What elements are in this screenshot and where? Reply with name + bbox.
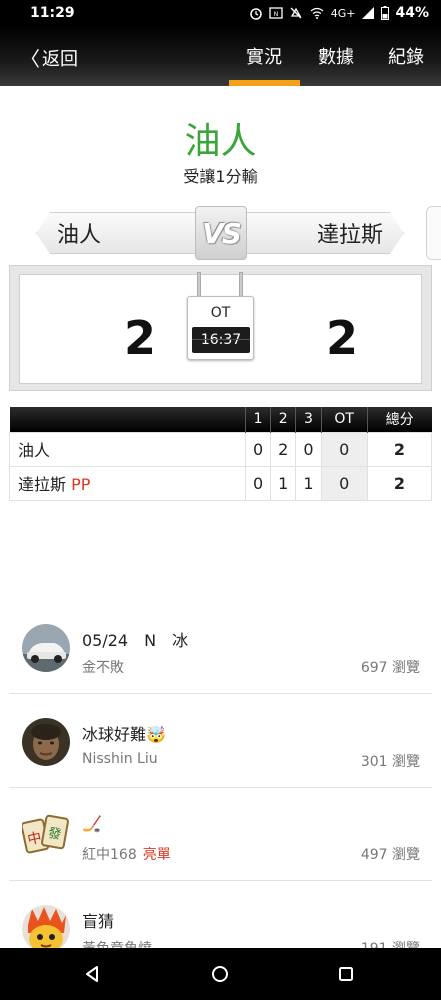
- clock-hanger-left: [197, 272, 201, 298]
- wifi-calling-icon: [310, 7, 324, 19]
- table-cell: 2: [270, 431, 297, 467]
- table-team-cell: 達拉斯 PP: [9, 465, 246, 501]
- list-item[interactable]: 05/24 N 冰 金不敗 697 瀏覽: [9, 601, 432, 694]
- table-header: 2: [270, 407, 296, 432]
- table-cell: 1: [295, 465, 322, 501]
- table-cell: 0: [295, 431, 322, 467]
- system-navigation-bar: [0, 948, 441, 1000]
- table-cell: 0: [320, 431, 368, 467]
- post-title: 盲猜: [82, 912, 115, 931]
- nfc-icon: N: [269, 7, 283, 19]
- team-name: 達拉斯: [18, 475, 67, 494]
- table-header-team: [9, 407, 246, 432]
- vs-badge: VS: [195, 206, 247, 260]
- back-button[interactable]: 〈 返回: [20, 43, 78, 72]
- status-bar: 11:29 N 4G+ 44%: [0, 0, 441, 26]
- matchup-banner: 油人 達拉斯 VS: [0, 206, 441, 260]
- table-header: 3: [295, 407, 322, 432]
- svg-text:N: N: [273, 11, 278, 18]
- away-team-name: 達拉斯: [316, 223, 383, 248]
- period-score-table: 1 2 3 OT 總分 油人 0 2 0 0 2 達拉斯 PP 0 1 1 0 …: [9, 407, 433, 501]
- car-avatar-icon: [22, 624, 70, 672]
- top-navbar: 〈 返回 實況 數據 紀錄: [0, 26, 441, 86]
- post-title: 05/24 N 冰: [82, 631, 189, 650]
- post-author-name: 紅中168: [82, 847, 137, 863]
- home-team-banner: 油人: [36, 212, 216, 254]
- recents-square-icon[interactable]: [334, 962, 358, 986]
- back-triangle-icon[interactable]: [80, 962, 104, 986]
- mute-icon: [290, 7, 302, 19]
- bet-line-text: 受讓1分輸: [183, 167, 258, 186]
- game-clock: 16:37: [192, 327, 250, 353]
- post-author: 金不敗: [82, 660, 124, 676]
- network-type: 4G+: [330, 6, 356, 20]
- clock-hanger-right: [239, 272, 243, 298]
- table-header: 總分: [366, 407, 432, 432]
- show-slip-badge: 亮單: [142, 847, 171, 863]
- mahjong-avatar-icon: 中發: [22, 811, 70, 859]
- status-time: 11:29: [30, 5, 75, 21]
- tab-records[interactable]: 紀錄: [388, 43, 424, 69]
- table-row: 油人 0 2 0 0 2: [9, 431, 433, 467]
- home-score: 2: [124, 311, 157, 365]
- post-views: 697 瀏覽: [360, 660, 420, 676]
- list-item[interactable]: 冰球好難🤯 Nisshin Liu 301 瀏覽: [9, 695, 432, 788]
- battery-percent: 44%: [395, 5, 429, 21]
- chevron-left-icon: 〈: [20, 47, 40, 71]
- battery-icon: [381, 6, 390, 20]
- back-label: 返回: [42, 48, 78, 70]
- bet-team-name: 油人: [184, 121, 257, 162]
- away-score: 2: [326, 311, 359, 365]
- list-item[interactable]: 中發 🏒 紅中168 亮單 497 瀏覽: [9, 788, 432, 881]
- post-author: 紅中168 亮單: [82, 844, 171, 864]
- table-team-cell: 油人: [9, 431, 246, 467]
- table-cell: 0: [244, 431, 272, 467]
- person-avatar-icon: [22, 718, 70, 766]
- post-views: 497 瀏覽: [360, 847, 420, 863]
- status-icons: N 4G+ 44%: [249, 5, 429, 21]
- table-header-row: 1 2 3 OT 總分: [9, 407, 432, 432]
- tab-live[interactable]: 實況: [246, 43, 282, 69]
- table-cell: 0: [244, 465, 272, 501]
- post-author: Nisshin Liu: [82, 751, 158, 767]
- active-tab-indicator: [229, 80, 300, 86]
- away-team-banner: 達拉斯: [226, 212, 404, 254]
- table-cell: 1: [270, 465, 297, 501]
- post-title: 冰球好難🤯: [82, 725, 166, 744]
- post-views: 301 瀏覽: [360, 754, 420, 770]
- table-header: 1: [244, 407, 271, 432]
- post-title: 🏒: [82, 814, 102, 833]
- edge-card-stub: [426, 206, 441, 260]
- signal-icon: [362, 7, 375, 19]
- table-row: 達拉斯 PP 0 1 1 0 2: [9, 465, 433, 501]
- power-play-tag: PP: [71, 475, 91, 494]
- home-circle-icon[interactable]: [208, 962, 232, 986]
- table-total-cell: 2: [366, 431, 433, 467]
- table-cell: 0: [320, 465, 368, 501]
- svg-text:發: 發: [47, 826, 62, 843]
- period-clock-box: OT 16:37: [187, 296, 254, 360]
- table-total-cell: 2: [366, 465, 433, 501]
- home-team-name: 油人: [57, 223, 102, 248]
- team-name: 油人: [18, 441, 51, 460]
- period-label: OT: [210, 305, 231, 321]
- alarm-icon: [249, 8, 262, 20]
- table-header: OT: [320, 407, 368, 432]
- cartoon-avatar-icon: [22, 905, 70, 953]
- tab-stats[interactable]: 數據: [318, 43, 354, 69]
